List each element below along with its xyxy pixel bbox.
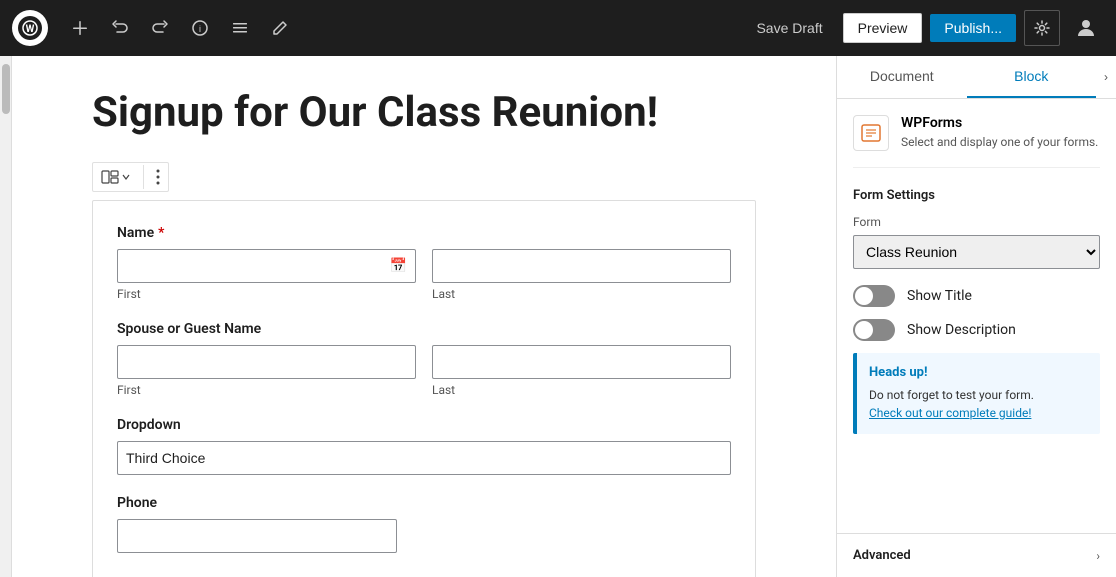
notice-link[interactable]: Check out our complete guide!	[869, 406, 1031, 420]
block-type-button[interactable]	[93, 164, 139, 190]
advanced-section[interactable]: Advanced ›	[837, 533, 1116, 577]
sidebar-content: WPForms Select and display one of your f…	[837, 99, 1116, 533]
show-description-toggle[interactable]	[853, 319, 895, 341]
save-draft-button[interactable]: Save Draft	[744, 14, 834, 42]
editor-wrapper: Signup for Our Class Reunion! Name	[0, 56, 836, 577]
last-name-sublabel: Last	[432, 287, 731, 301]
form-select-label: Form	[853, 215, 1100, 229]
form-select[interactable]: Class Reunion Contact Form Newsletter Si…	[853, 235, 1100, 269]
notice-title: Heads up!	[869, 365, 1088, 380]
advanced-chevron-icon: ›	[1096, 549, 1100, 563]
block-options-button[interactable]	[148, 163, 168, 191]
show-title-label: Show Title	[907, 288, 972, 304]
scroll-bar[interactable]	[0, 56, 12, 577]
dropdown-input[interactable]	[117, 441, 731, 475]
wp-logo[interactable]: W	[12, 10, 48, 46]
spouse-name-label: Spouse or Guest Name	[117, 321, 731, 337]
name-field-label: Name *	[117, 225, 731, 241]
sidebar-tabs: Document Block ›	[837, 56, 1116, 99]
svg-text:W: W	[26, 24, 35, 35]
spouse-last-col: Last	[432, 345, 731, 397]
spouse-first-sublabel: First	[117, 383, 416, 397]
spouse-name-row: First Last	[117, 345, 731, 397]
spouse-first-col: First	[117, 345, 416, 397]
svg-text:i: i	[199, 24, 201, 34]
main-area: Signup for Our Class Reunion! Name	[0, 56, 1116, 577]
wp-logo-mark: W	[18, 16, 42, 40]
show-title-toggle[interactable]	[853, 285, 895, 307]
wpforms-block-icon	[853, 115, 889, 151]
tab-document[interactable]: Document	[837, 56, 967, 98]
form-container: Name * 📅 First Last	[92, 200, 756, 577]
list-view-button[interactable]	[224, 12, 256, 44]
phone-input[interactable]	[117, 519, 397, 553]
last-name-col: Last	[432, 249, 731, 301]
dropdown-field: Dropdown	[117, 417, 731, 475]
first-name-input-wrapper: 📅	[117, 249, 416, 283]
editor-area: Signup for Our Class Reunion! Name	[12, 56, 836, 577]
block-toolbar	[92, 162, 169, 192]
form-settings-title: Form Settings	[853, 188, 1100, 203]
user-menu-button[interactable]	[1068, 10, 1104, 46]
last-name-input[interactable]	[432, 249, 731, 283]
undo-button[interactable]	[104, 12, 136, 44]
phone-label: Phone	[117, 495, 731, 511]
spouse-first-input[interactable]	[117, 345, 416, 379]
notice-text: Do not forget to test your form. Check o…	[869, 386, 1088, 422]
sidebar-expand-button[interactable]: ›	[1096, 56, 1116, 98]
block-info-text: WPForms Select and display one of your f…	[901, 115, 1100, 149]
tab-block[interactable]: Block	[967, 56, 1097, 98]
info-button[interactable]: i	[184, 12, 216, 44]
name-field: Name * 📅 First Last	[117, 225, 731, 301]
form-select-group: Form Class Reunion Contact Form Newslett…	[853, 215, 1100, 269]
settings-button[interactable]	[1024, 10, 1060, 46]
sidebar: Document Block › WPForms Select and disp…	[836, 56, 1116, 577]
first-name-sublabel: First	[117, 287, 416, 301]
show-description-label: Show Description	[907, 322, 1016, 338]
spouse-name-field: Spouse or Guest Name First Last	[117, 321, 731, 397]
block-info-desc: Select and display one of your forms.	[901, 135, 1100, 149]
block-info-title: WPForms	[901, 115, 1100, 131]
calendar-icon: 📅	[390, 258, 407, 274]
spouse-last-sublabel: Last	[432, 383, 731, 397]
publish-button[interactable]: Publish...	[930, 14, 1016, 42]
notice-box: Heads up! Do not forget to test your for…	[853, 353, 1100, 434]
add-block-button[interactable]	[64, 12, 96, 44]
block-info: WPForms Select and display one of your f…	[853, 115, 1100, 168]
required-indicator: *	[158, 225, 164, 241]
dropdown-label: Dropdown	[117, 417, 731, 433]
show-description-row: Show Description	[853, 319, 1100, 341]
spouse-last-input[interactable]	[432, 345, 731, 379]
page-title[interactable]: Signup for Our Class Reunion!	[92, 88, 756, 138]
preview-button[interactable]: Preview	[843, 13, 923, 43]
edit-button[interactable]	[264, 12, 296, 44]
first-name-col: 📅 First	[117, 249, 416, 301]
redo-button[interactable]	[144, 12, 176, 44]
advanced-label: Advanced	[853, 548, 911, 563]
toolbar: W i Save Draft Preview Publish...	[0, 0, 1116, 56]
phone-field: Phone	[117, 495, 731, 553]
name-field-row: 📅 First Last	[117, 249, 731, 301]
show-title-row: Show Title	[853, 285, 1100, 307]
